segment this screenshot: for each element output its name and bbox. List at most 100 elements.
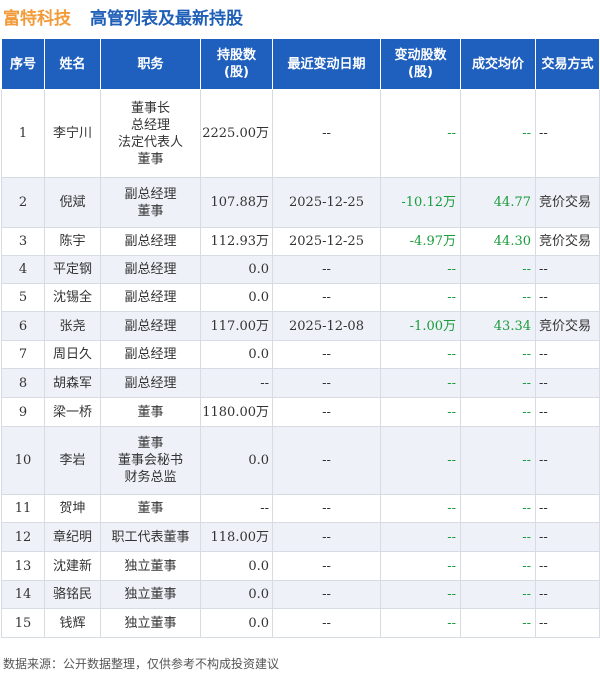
average-price: -- xyxy=(460,522,536,552)
executive-name: 骆铭民 xyxy=(44,580,101,609)
average-price: -- xyxy=(460,608,536,638)
trade-method: -- xyxy=(535,426,600,495)
row-index: 13 xyxy=(1,551,45,581)
table-row: 12 章纪明 职工代表董事 118.00万 -- -- -- -- xyxy=(1,522,600,552)
trade-method: 竞价交易 xyxy=(535,311,600,341)
table-row: 8 胡森军 副总经理 -- -- -- -- -- xyxy=(1,368,600,398)
trade-method: -- xyxy=(535,397,600,427)
shares-changed: -- xyxy=(380,522,461,552)
average-price: -- xyxy=(460,426,536,495)
last-change-date: -- xyxy=(272,426,381,495)
position-title: 法定代表人 xyxy=(117,134,183,150)
last-change-date: -- xyxy=(272,397,381,427)
table-row: 15 钱辉 独立董事 0.0 -- -- -- -- xyxy=(1,608,600,638)
data-source-note: 数据来源：公开数据整理，仅供参考不构成投资建议 xyxy=(3,657,280,671)
position-title: 董事会秘书 xyxy=(117,453,183,468)
position-title: 副总经理 xyxy=(124,375,177,391)
trade-method: -- xyxy=(535,283,600,312)
position-title: 职工代表董事 xyxy=(111,529,190,545)
row-index: 9 xyxy=(1,397,45,427)
executive-positions: 董事 xyxy=(100,494,201,523)
shares-changed: -- xyxy=(380,494,461,523)
shares-changed: -- xyxy=(380,426,461,495)
shares-held: 0.0 xyxy=(200,551,273,581)
average-price: -- xyxy=(460,397,536,427)
row-index: 1 xyxy=(1,89,45,178)
shares-held: 0.0 xyxy=(200,340,273,369)
position-title: 副总经理 xyxy=(124,347,177,362)
executive-positions: 副总经理 xyxy=(100,283,201,312)
col-header-date: 最近变动日期 xyxy=(272,38,381,90)
row-index: 12 xyxy=(1,522,45,552)
shares-held: -- xyxy=(200,494,273,523)
executive-positions: 独立董事 xyxy=(100,580,201,609)
executive-name: 梁一桥 xyxy=(44,397,101,427)
trade-method: -- xyxy=(535,340,600,369)
executive-positions: 副总经理 xyxy=(100,227,201,256)
shares-held: 0.0 xyxy=(200,283,273,312)
shares-changed: -- xyxy=(380,89,461,178)
shares-changed: -- xyxy=(380,340,461,369)
average-price: -- xyxy=(460,283,536,312)
trade-method: -- xyxy=(535,608,600,638)
executive-name: 倪斌 xyxy=(44,177,101,228)
last-change-date: 2025-12-25 xyxy=(272,227,381,256)
shares-changed: -10.12万 xyxy=(380,177,461,228)
trade-method: -- xyxy=(535,494,600,523)
table-row: 10 李岩 董事 董事会秘书 财务总监 0.0 -- -- -- -- xyxy=(1,426,600,495)
col-header-holding: 持股数 (股) xyxy=(200,38,273,90)
row-index: 6 xyxy=(1,311,45,341)
row-index: 11 xyxy=(1,494,45,523)
average-price: -- xyxy=(460,551,536,581)
position-title: 董事长 xyxy=(130,100,170,116)
last-change-date: -- xyxy=(272,255,381,284)
row-index: 14 xyxy=(1,580,45,609)
shares-changed: -- xyxy=(380,368,461,398)
shares-changed: -- xyxy=(380,580,461,609)
table-row: 1 李宁川 董事长 总经理 法定代表人 董事 2225.00万 -- -- -- -- xyxy=(1,89,600,178)
executive-positions: 职工代表董事 xyxy=(100,522,201,552)
table-row: 3 陈宇 副总经理 112.93万 2025-12-25 -4.97万 44.30 竞价交易 xyxy=(1,227,600,256)
company-name: 富特科技 xyxy=(3,9,71,29)
shares-held: 2225.00万 xyxy=(200,89,273,178)
executive-name: 李岩 xyxy=(44,426,101,495)
table-row: 9 梁一桥 董事 1180.00万 -- -- -- -- xyxy=(1,397,600,427)
last-change-date: -- xyxy=(272,283,381,312)
shares-held: 0.0 xyxy=(200,608,273,638)
average-price: 44.30 xyxy=(460,227,536,256)
col-header-mode: 交易方式 xyxy=(535,38,600,90)
average-price: -- xyxy=(460,368,536,398)
shares-changed: -- xyxy=(380,551,461,581)
position-title: 董事 xyxy=(137,436,164,451)
col-header-index: 序号 xyxy=(1,38,45,90)
row-index: 3 xyxy=(1,227,45,256)
average-price: -- xyxy=(460,89,536,178)
table-row: 7 周日久 副总经理 0.0 -- -- -- -- xyxy=(1,340,600,369)
last-change-date: 2025-12-25 xyxy=(272,177,381,228)
average-price: -- xyxy=(460,255,536,284)
executive-positions: 董事长 总经理 法定代表人 董事 xyxy=(100,89,201,178)
executive-name: 贺坤 xyxy=(44,494,101,523)
last-change-date: -- xyxy=(272,551,381,581)
trade-method: -- xyxy=(535,580,600,609)
executives-table: 序号 姓名 职务 持股数 (股) 最近变动日期 变动股数 (股) 成交均价 交易… xyxy=(1,38,600,638)
table-row: 6 张尧 副总经理 117.00万 2025-12-08 -1.00万 43.34 竞价交易 xyxy=(1,311,600,341)
average-price: -- xyxy=(460,340,536,369)
trade-method: -- xyxy=(535,522,600,552)
executive-name: 胡森军 xyxy=(44,368,101,398)
last-change-date: -- xyxy=(272,368,381,398)
col-header-price: 成交均价 xyxy=(460,38,536,90)
shares-changed: -- xyxy=(380,397,461,427)
shares-held: 107.88万 xyxy=(200,177,273,228)
last-change-date: -- xyxy=(272,580,381,609)
table-row: 2 倪斌 副总经理 董事 107.88万 2025-12-25 -10.12万 44.77 竞价… xyxy=(1,177,600,228)
row-index: 2 xyxy=(1,177,45,228)
shares-held: 0.0 xyxy=(200,255,273,284)
average-price: 43.34 xyxy=(460,311,536,341)
average-price: -- xyxy=(460,494,536,523)
executive-positions: 副总经理 xyxy=(100,340,201,369)
shares-held: 0.0 xyxy=(200,426,273,495)
position-title: 副总经理 xyxy=(124,186,177,202)
executive-positions: 副总经理 xyxy=(100,255,201,284)
executive-name: 钱辉 xyxy=(44,608,101,638)
